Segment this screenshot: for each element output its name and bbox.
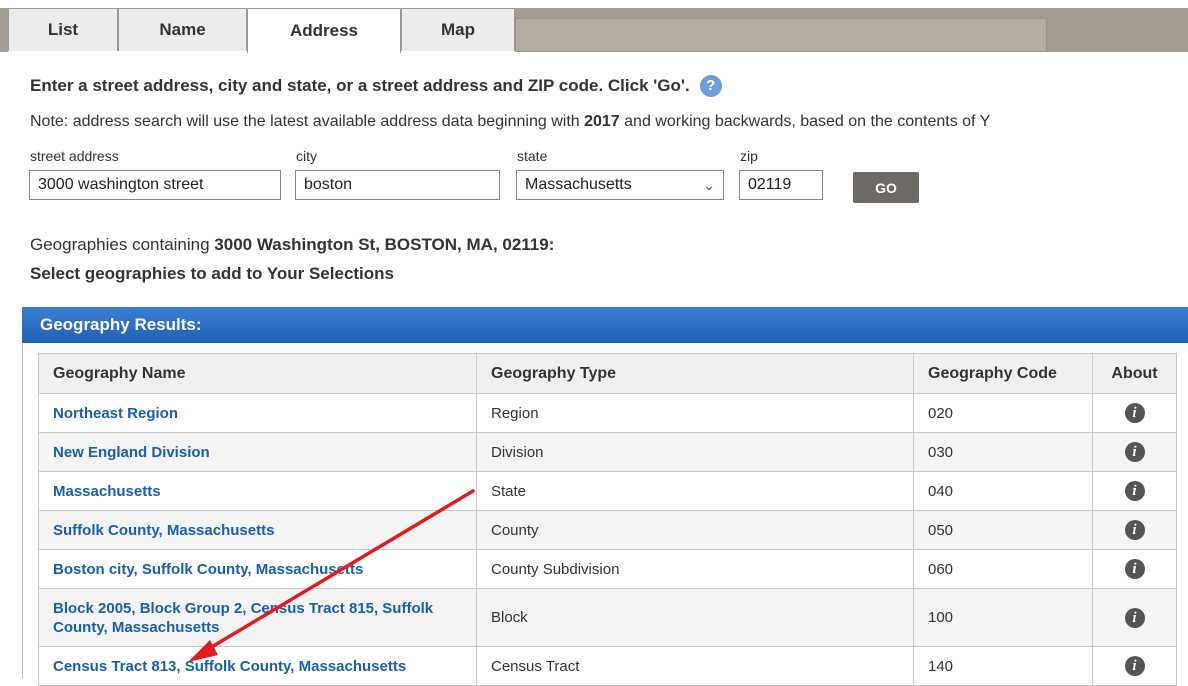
about-cell: i — [1092, 393, 1177, 433]
geography-code-cell: 040 — [913, 471, 1093, 511]
about-cell: i — [1092, 646, 1177, 686]
col-geography-code[interactable]: Geography Code — [913, 353, 1093, 394]
city-input[interactable]: boston — [295, 170, 500, 200]
zip-input[interactable]: 02119 — [739, 170, 823, 200]
tab-name[interactable]: Name — [118, 8, 247, 51]
geography-link[interactable]: Massachusetts — [53, 483, 161, 500]
about-cell: i — [1092, 510, 1177, 550]
geography-type-cell: Region — [476, 393, 914, 433]
geography-link[interactable]: Block 2005, Block Group 2, Census Tract … — [53, 600, 433, 636]
about-cell: i — [1092, 471, 1177, 511]
contains-prefix: Geographies containing — [30, 235, 215, 254]
table-row: Block 2005, Block Group 2, Census Tract … — [38, 588, 1177, 647]
geography-code-cell: 100 — [913, 588, 1093, 647]
results-table: Geography Name Geography Type Geography … — [38, 353, 1177, 686]
info-icon[interactable]: i — [1124, 607, 1145, 628]
about-cell: i — [1092, 432, 1177, 472]
geography-link[interactable]: Boston city, Suffolk County, Massachuset… — [53, 561, 363, 578]
geography-name-cell: Block 2005, Block Group 2, Census Tract … — [38, 588, 477, 647]
tab-map[interactable]: Map — [401, 8, 515, 51]
geography-code-cell: 140 — [913, 646, 1093, 686]
geography-link[interactable]: Northeast Region — [53, 405, 178, 422]
geography-type-cell: Census Tract — [476, 646, 914, 686]
col-about: About — [1092, 353, 1177, 394]
geography-link[interactable]: Suffolk County, Massachusetts — [53, 522, 274, 539]
geography-name-cell: Suffolk County, Massachusetts — [38, 510, 477, 550]
tab-list[interactable]: List — [8, 8, 118, 51]
contains-address: 3000 Washington St, BOSTON, MA, 02119: — [214, 235, 555, 254]
info-icon[interactable]: i — [1124, 520, 1145, 540]
chevron-down-icon: ⌄ — [703, 177, 715, 193]
geography-type-cell: County — [476, 510, 914, 550]
geography-name-cell: Census Tract 813, Suffolk County, Massac… — [38, 646, 477, 686]
info-icon[interactable]: i — [1124, 481, 1145, 501]
geography-type-cell: State — [476, 471, 914, 511]
tab-bar: List Name Address Map — [0, 0, 1188, 53]
instruction-text: Enter a street address, city and state, … — [30, 75, 722, 97]
note-year: 2017 — [584, 113, 620, 130]
geography-name-cell: Boston city, Suffolk County, Massachuset… — [38, 549, 477, 589]
city-label: city — [296, 148, 317, 164]
street-address-input[interactable]: 3000 washington street — [29, 170, 281, 200]
geography-name-cell: New England Division — [38, 432, 477, 472]
table-row: Census Tract 813, Suffolk County, Massac… — [38, 646, 1177, 686]
geographies-containing-text: Geographies containing 3000 Washington S… — [30, 235, 554, 255]
instruction-label: Enter a street address, city and state, … — [30, 76, 690, 95]
address-note: Note: address search will use the latest… — [30, 113, 1188, 131]
state-select[interactable]: Massachusetts ⌄ — [516, 170, 724, 200]
state-label: state — [517, 148, 548, 164]
geography-name-cell: Northeast Region — [38, 393, 477, 433]
street-label: street address — [30, 148, 119, 164]
about-cell: i — [1092, 588, 1177, 647]
select-geographies-text: Select geographies to add to Your Select… — [30, 264, 395, 283]
geography-code-cell: 020 — [913, 393, 1093, 433]
tab-bar-strip-inner — [515, 18, 1047, 52]
geography-link[interactable]: Census Tract 813, Suffolk County, Massac… — [53, 658, 406, 675]
col-geography-type[interactable]: Geography Type — [476, 353, 914, 394]
tab-bar-edge — [0, 8, 8, 52]
info-icon[interactable]: i — [1124, 656, 1145, 676]
table-header-row: Geography Name Geography Type Geography … — [38, 353, 1177, 394]
geography-type-cell: Division — [476, 432, 914, 472]
go-button[interactable]: GO — [853, 172, 919, 203]
results-header: Geography Results: — [22, 307, 1188, 343]
table-row: Northeast Region Region 020 i — [38, 393, 1177, 433]
about-cell: i — [1092, 549, 1177, 589]
zip-label: zip — [740, 148, 758, 164]
geography-type-cell: County Subdivision — [476, 549, 914, 589]
geography-code-cell: 030 — [913, 432, 1093, 472]
note-suffix: and working backwards, based on the cont… — [619, 113, 991, 130]
tab-address[interactable]: Address — [247, 8, 401, 53]
table-row: Suffolk County, Massachusetts County 050… — [38, 510, 1177, 550]
geography-link[interactable]: New England Division — [53, 444, 210, 461]
note-prefix: Note: address search will use the latest… — [30, 113, 585, 130]
col-geography-name[interactable]: Geography Name — [38, 353, 477, 394]
info-icon[interactable]: i — [1124, 442, 1145, 462]
help-question-icon[interactable]: ? — [699, 75, 722, 97]
geography-code-cell: 060 — [913, 549, 1093, 589]
info-icon[interactable]: i — [1124, 559, 1145, 579]
geography-type-cell: Block — [476, 588, 914, 647]
table-row: New England Division Division 030 i — [38, 432, 1177, 472]
state-select-value: Massachusetts — [525, 176, 632, 193]
geography-code-cell: 050 — [913, 510, 1093, 550]
table-row: Boston city, Suffolk County, Massachuset… — [38, 549, 1177, 589]
info-icon[interactable]: i — [1124, 403, 1145, 423]
geography-name-cell: Massachusetts — [38, 471, 477, 511]
table-row: Massachusetts State 040 i — [38, 471, 1177, 511]
